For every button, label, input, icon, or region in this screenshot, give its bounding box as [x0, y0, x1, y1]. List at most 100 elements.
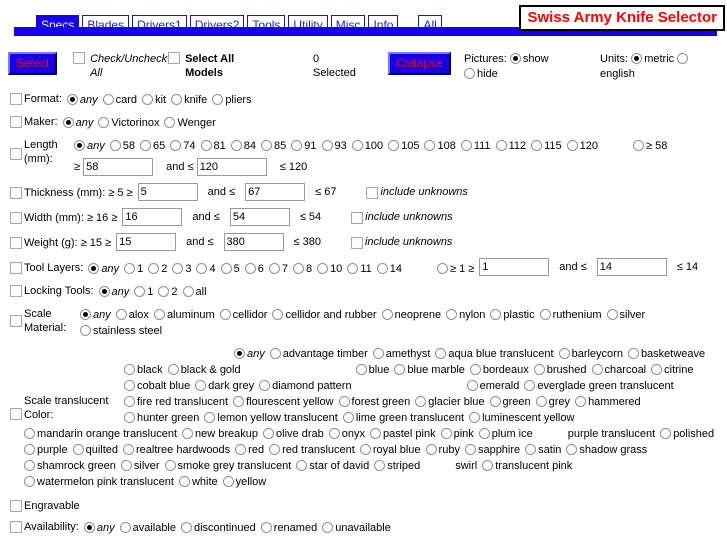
tool-layers-enable-checkbox[interactable]	[10, 262, 22, 274]
weight-max-input[interactable]	[223, 233, 284, 251]
check-uncheck-all-checkbox[interactable]	[73, 52, 85, 64]
scale-color-radio-amethyst[interactable]	[372, 348, 384, 359]
scale-color-radio-hunter-green[interactable]	[124, 412, 135, 423]
collapse-button[interactable]: Collapse	[388, 52, 451, 75]
width-include-unknowns-checkbox[interactable]	[351, 212, 364, 224]
scale-color-radio-striped[interactable]	[374, 460, 386, 471]
weight-enable-checkbox[interactable]	[10, 237, 22, 249]
scale-color-radio-bordeaux[interactable]	[469, 364, 481, 375]
format-radio-kit[interactable]	[142, 94, 154, 105]
length-radio-100[interactable]	[351, 140, 363, 151]
scale-material-enable-checkbox[interactable]	[10, 315, 22, 327]
scale-color-radio-blue[interactable]	[355, 364, 367, 375]
width-min-input[interactable]	[122, 208, 183, 226]
scale-color-radio-olive-drab[interactable]	[263, 428, 275, 439]
weight-min-input[interactable]	[116, 233, 177, 251]
tool-layers-radio-6[interactable]	[244, 263, 256, 274]
length-radio-91[interactable]	[291, 140, 303, 151]
tool-layers-radio-range[interactable]	[436, 263, 448, 274]
pictures-show-radio[interactable]	[509, 53, 521, 64]
scale-color-radio-white[interactable]	[178, 476, 190, 487]
units-metric-radio[interactable]	[631, 53, 643, 64]
availability-radio-discontinued[interactable]	[181, 522, 192, 533]
thickness-include-unknowns-checkbox[interactable]	[366, 187, 379, 199]
scale-color-radio-flourescent-yellow[interactable]	[233, 396, 245, 407]
scale-color-radio-red-translucent[interactable]	[269, 444, 281, 455]
scale-color-radio-charcoal[interactable]	[591, 364, 603, 375]
scale-color-radio-royal-blue[interactable]	[359, 444, 371, 455]
scale-color-radio-blue-marble[interactable]	[394, 364, 406, 375]
availability-radio-unavailable[interactable]	[322, 522, 334, 533]
format-enable-checkbox[interactable]	[10, 93, 22, 105]
length-radio-any[interactable]	[74, 140, 85, 151]
format-radio-any[interactable]	[66, 94, 78, 105]
length-radio-58[interactable]	[109, 140, 121, 151]
tool-layers-radio-11[interactable]	[347, 263, 359, 274]
scale-color-radio-realtree-hardwoods[interactable]	[123, 444, 134, 455]
scale-color-radio-shadow-grass[interactable]	[566, 444, 578, 455]
tool-layers-radio-7[interactable]	[268, 263, 280, 274]
scale-material-radio-plastic[interactable]	[490, 309, 502, 320]
format-radio-pliers[interactable]	[212, 94, 224, 105]
scale-material-radio-ruthenium[interactable]	[539, 309, 551, 320]
width-enable-checkbox[interactable]	[10, 212, 22, 224]
format-radio-card[interactable]	[102, 94, 114, 105]
scale-material-radio-silver[interactable]	[606, 309, 618, 320]
scale-color-radio-purple[interactable]	[24, 444, 35, 455]
scale-color-radio-dark-grey[interactable]	[195, 380, 207, 391]
scale-color-radio-diamond-pattern[interactable]	[259, 380, 271, 391]
scale-color-radio-ruby[interactable]	[425, 444, 437, 455]
scale-color-radio-cobalt-blue[interactable]	[124, 380, 135, 391]
length-radio-108[interactable]	[424, 140, 436, 151]
scale-material-radio-nylon[interactable]	[446, 309, 458, 320]
length-max-input[interactable]	[196, 158, 267, 176]
engravable-enable-checkbox[interactable]	[10, 500, 22, 512]
length-min-input[interactable]	[83, 158, 154, 176]
select-button[interactable]: Select	[8, 52, 58, 75]
scale-color-radio-satin[interactable]	[525, 444, 537, 455]
scale-color-radio-advantage-timber[interactable]	[269, 348, 281, 359]
scale-material-radio-neoprene[interactable]	[381, 309, 393, 320]
tool-layers-radio-3[interactable]	[172, 263, 184, 274]
width-max-input[interactable]	[229, 208, 290, 226]
scale-material-radio-cellidor[interactable]	[219, 309, 231, 320]
availability-radio-available[interactable]	[119, 522, 131, 533]
scale-material-radio-alox[interactable]	[115, 309, 127, 320]
scale-color-radio-aqua-blue-translucent[interactable]	[435, 348, 447, 359]
scale-material-radio-stainless-steel[interactable]	[80, 325, 91, 336]
scale-color-radio-plum-ice[interactable]	[478, 428, 490, 439]
scale-color-radio-glacier-blue[interactable]	[415, 396, 427, 407]
tool-layers-radio-5[interactable]	[220, 263, 232, 274]
tool-layers-radio-any[interactable]	[88, 263, 100, 274]
scale-color-radio-black-and-gold[interactable]	[167, 364, 179, 375]
scale-color-radio-watermelon-pink-translucent[interactable]	[24, 476, 35, 487]
length-radio-65[interactable]	[140, 140, 151, 151]
scale-material-radio-cellidor-and-rubber[interactable]	[272, 309, 284, 320]
scale-color-radio-new-breakup[interactable]	[182, 428, 194, 439]
scale-color-radio-fire-red-translucent[interactable]	[124, 396, 135, 407]
scale-color-radio-translucent-pink[interactable]	[482, 460, 494, 471]
units-english-radio[interactable]	[677, 53, 689, 64]
scale-color-radio-emerald[interactable]	[466, 380, 478, 391]
tool-layers-radio-10[interactable]	[317, 263, 329, 274]
maker-enable-checkbox[interactable]	[10, 116, 22, 128]
scale-color-radio-polished[interactable]	[660, 428, 672, 439]
length-radio-105[interactable]	[388, 140, 400, 151]
availability-radio-any[interactable]	[83, 522, 95, 533]
scale-color-radio-star-of-david[interactable]	[296, 460, 308, 471]
maker-radio-wenger[interactable]	[164, 117, 176, 128]
length-radio-111[interactable]	[460, 140, 472, 151]
availability-radio-renamed[interactable]	[260, 522, 272, 533]
length-radio-84[interactable]	[230, 140, 242, 151]
scale-color-radio-red[interactable]	[235, 444, 247, 455]
tool-layers-radio-4[interactable]	[196, 263, 208, 274]
tool-layers-radio-14[interactable]	[376, 263, 388, 274]
length-radio-120[interactable]	[566, 140, 578, 151]
scale-color-radio-mandarin-orange-translucent[interactable]	[24, 428, 35, 439]
scale-material-radio-aluminum[interactable]	[153, 309, 165, 320]
length-radio-85[interactable]	[261, 140, 272, 151]
maker-radio-any[interactable]	[62, 117, 74, 128]
scale-color-radio-luminescent-yellow[interactable]	[469, 412, 481, 423]
scale-color-radio-brushed[interactable]	[533, 364, 545, 375]
scale-color-radio-pastel-pink[interactable]	[369, 428, 381, 439]
